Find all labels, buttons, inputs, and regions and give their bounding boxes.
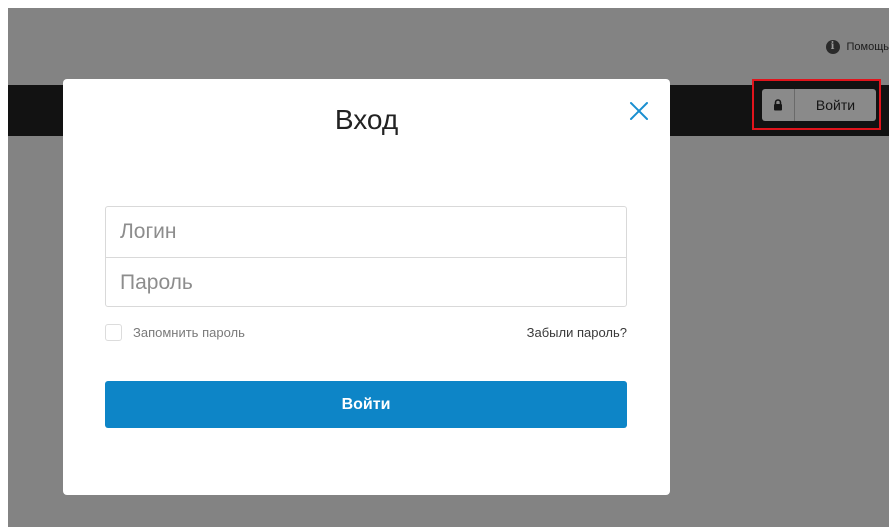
remember-me[interactable]: Запомнить пароль xyxy=(105,324,245,341)
remember-checkbox[interactable] xyxy=(105,324,122,341)
help-label: Помощь xyxy=(846,41,889,53)
login-button-highlight: Войти xyxy=(752,79,881,130)
close-icon[interactable] xyxy=(628,100,650,122)
modal-title: Вход xyxy=(334,104,399,135)
login-field xyxy=(106,207,626,257)
credentials-group xyxy=(105,206,627,307)
help-link[interactable]: i Помощь xyxy=(825,39,889,55)
submit-button[interactable]: Войти xyxy=(105,381,627,428)
login-input[interactable] xyxy=(118,219,626,245)
info-circle-icon: i xyxy=(825,40,840,54)
remember-label: Запомнить пароль xyxy=(133,325,245,340)
lock-icon xyxy=(762,89,795,121)
forgot-password-link[interactable]: Забыли пароль? xyxy=(527,325,627,340)
login-button[interactable]: Войти xyxy=(762,89,876,121)
top-bar: i Помощь xyxy=(8,8,889,85)
login-button-label: Войти xyxy=(815,97,856,113)
login-modal: Вход Запомнить пароль Забыли пароль? Вой… xyxy=(63,79,670,495)
password-input[interactable] xyxy=(118,269,626,296)
password-field xyxy=(106,257,626,307)
